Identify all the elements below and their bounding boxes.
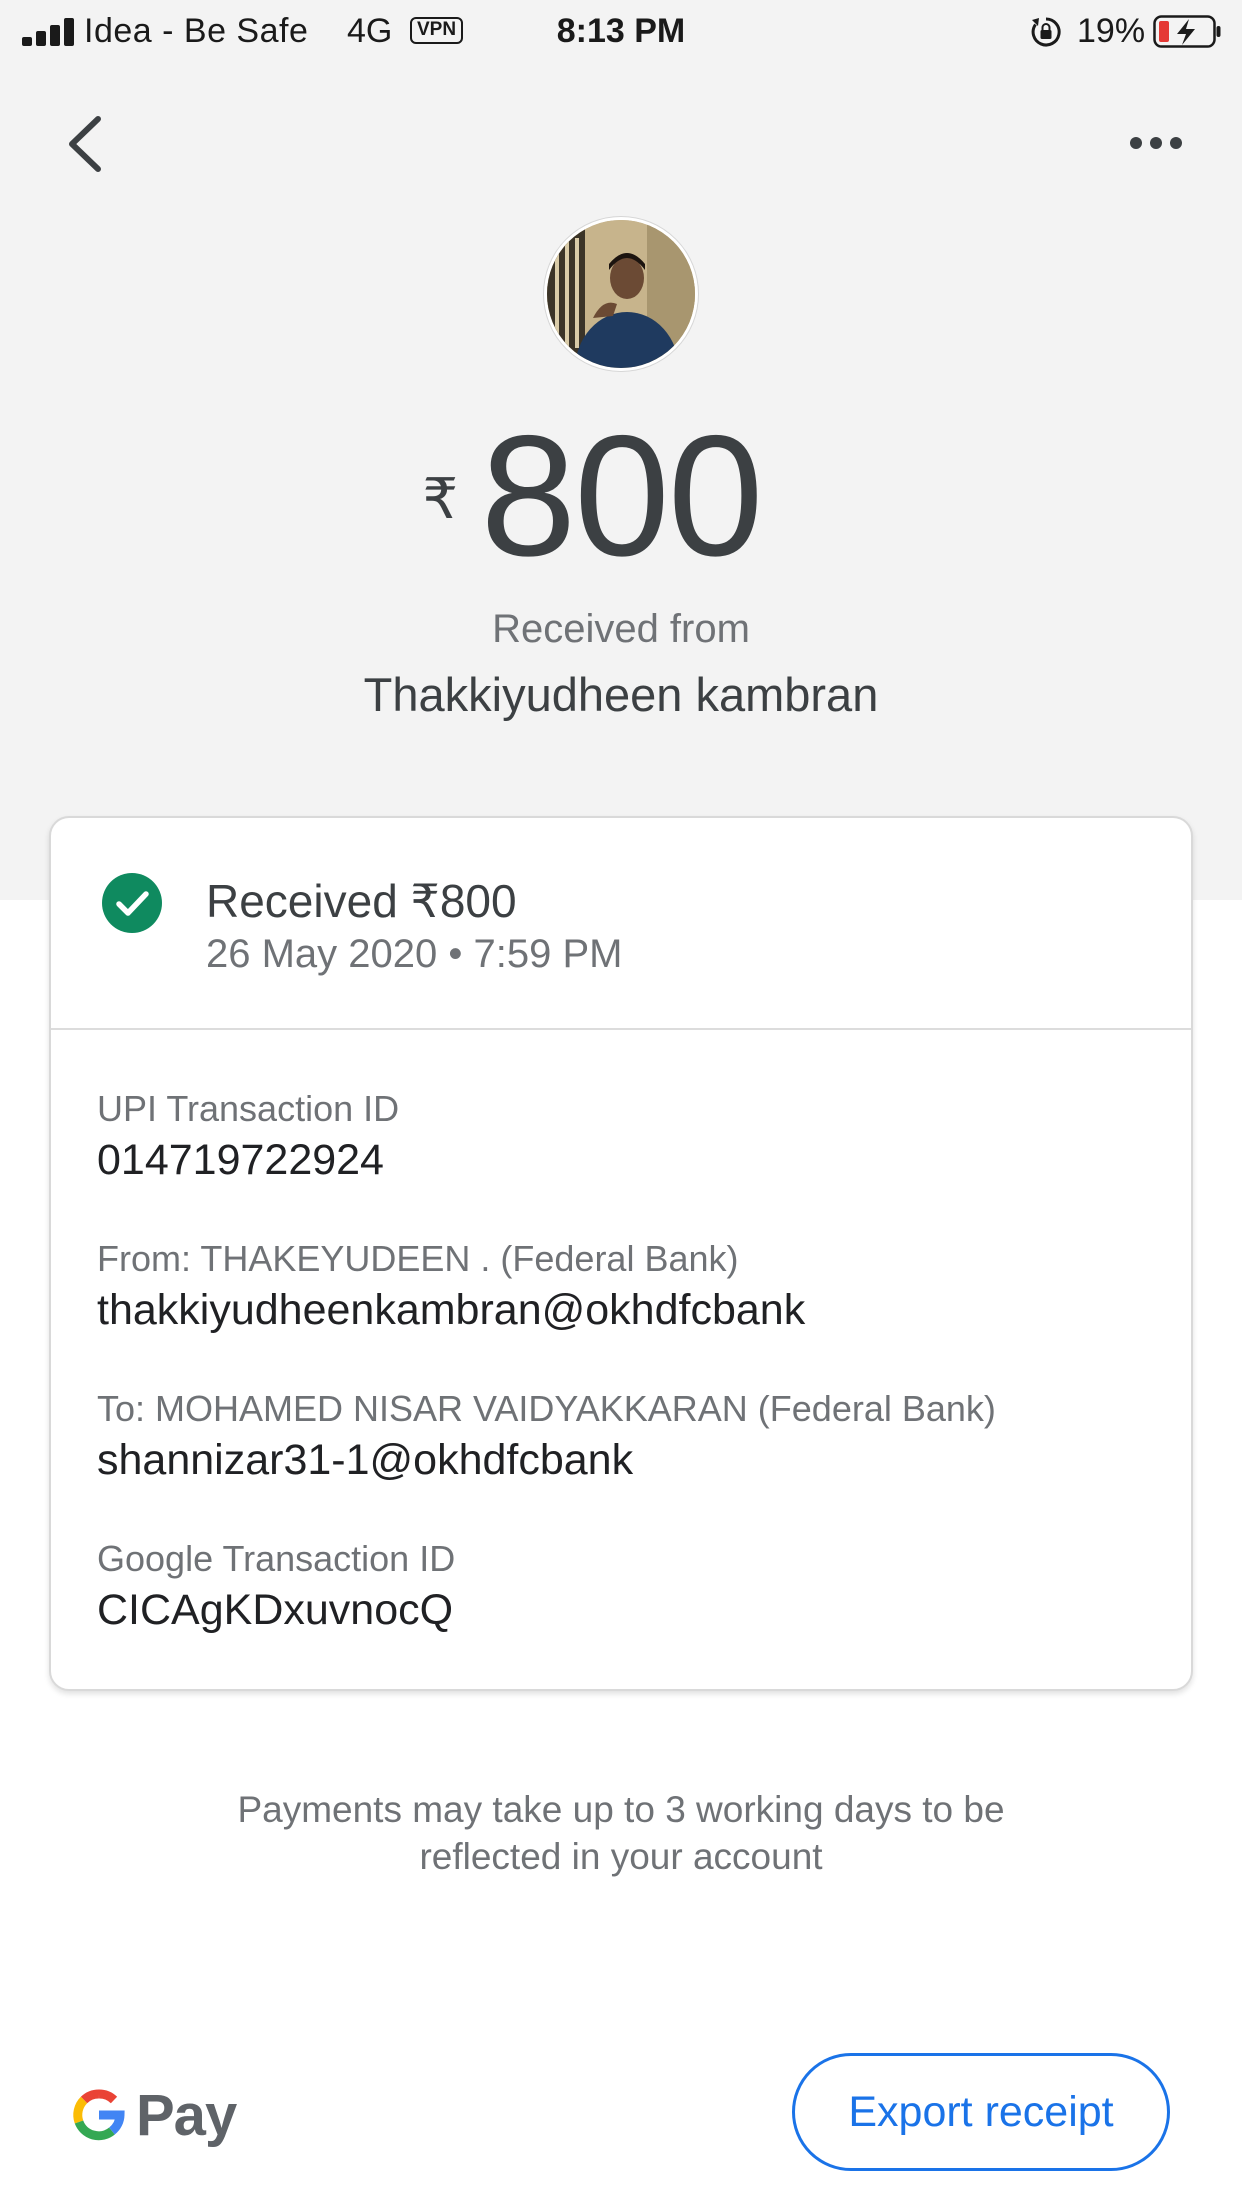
status-bar: Idea - Be Safe 4G VPN 8:13 PM 19% — [0, 0, 1242, 62]
back-button[interactable] — [58, 115, 116, 173]
google-pay-wordmark: Pay — [136, 2082, 237, 2148]
battery-percentage: 19% — [1077, 12, 1146, 50]
from-account-label: From: THAKEYUDEEN . (Federal Bank) — [97, 1238, 739, 1279]
amount-display: ₹ 800 — [0, 410, 1242, 582]
from-account-value: thakkiyudheenkambran@okhdfcbank — [97, 1286, 806, 1334]
currency-symbol: ₹ — [422, 467, 459, 530]
battery-charging-icon — [1153, 15, 1221, 48]
processing-note-line-1: Payments may take up to 3 working days t… — [237, 1789, 1005, 1830]
rotation-lock-icon — [1031, 17, 1061, 47]
check-circle-icon — [102, 873, 162, 933]
status-title: Received ₹800 — [206, 875, 517, 927]
counterparty-name: Thakkiyudheen kambran — [363, 668, 879, 721]
more-options-button[interactable] — [1126, 122, 1186, 164]
to-account-label: To: MOHAMED NISAR VAIDYAKKARAN (Federal … — [97, 1388, 996, 1429]
direction-label: Received from — [492, 607, 750, 651]
transaction-details-card: Received ₹800 26 May 2020 • 7:59 PM UPI … — [49, 816, 1193, 1691]
transaction-timestamp: 26 May 2020 • 7:59 PM — [206, 932, 623, 976]
processing-note: Payments may take up to 3 working days t… — [0, 1786, 1242, 1880]
processing-note-line-2: reflected in your account — [419, 1836, 823, 1877]
export-receipt-button[interactable]: Export receipt — [792, 2053, 1170, 2171]
google-transaction-id-label: Google Transaction ID — [97, 1538, 456, 1579]
upi-transaction-id-value: 014719722924 — [97, 1136, 384, 1184]
amount-value: 800 — [480, 400, 764, 592]
google-transaction-id-value: CICAgKDxuvnocQ — [97, 1586, 454, 1634]
google-pay-logo: Pay — [70, 2082, 237, 2148]
google-g-icon — [73, 2089, 125, 2141]
divider — [51, 1028, 1191, 1030]
avatar — [544, 217, 698, 371]
upi-transaction-id-label: UPI Transaction ID — [97, 1088, 400, 1129]
to-account-value: shannizar31-1@okhdfcbank — [97, 1436, 634, 1484]
